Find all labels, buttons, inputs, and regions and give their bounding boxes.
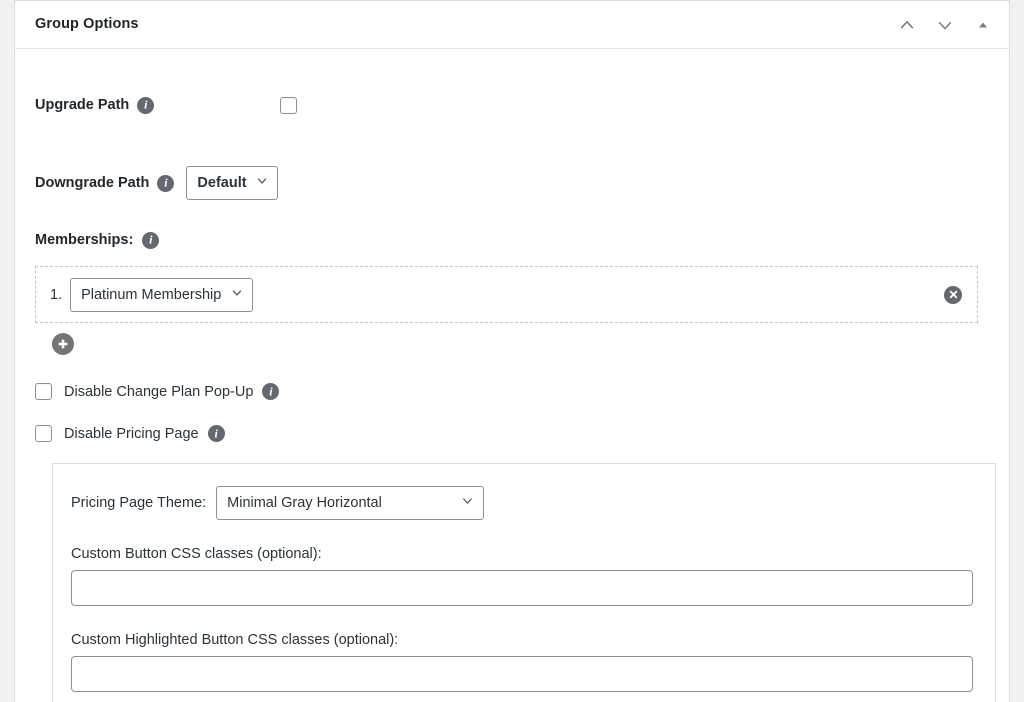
downgrade-path-label: Downgrade Path (35, 175, 149, 191)
custom-button-css-group: Custom Button CSS classes (optional): (71, 546, 977, 606)
upgrade-path-info-icon[interactable]: i (137, 97, 154, 114)
pricing-page-theme-select-wrap: Minimal Gray Horizontal (216, 486, 484, 520)
custom-highlighted-button-css-label: Custom Highlighted Button CSS classes (o… (71, 632, 977, 648)
triangle-up-icon (976, 18, 990, 32)
panel-body: Upgrade Path i Downgrade Path i Default (15, 93, 1009, 702)
disable-change-plan-popup-info-icon[interactable]: i (262, 383, 279, 400)
memberships-label-row: Memberships: i (35, 230, 989, 250)
add-membership-row (35, 333, 989, 355)
page-background: Group Options (0, 0, 1024, 702)
upgrade-path-row: Upgrade Path i (35, 93, 989, 117)
disable-change-plan-popup-label: Disable Change Plan Pop-Up (64, 384, 253, 400)
chevron-down-icon (936, 16, 954, 34)
upgrade-path-checkbox[interactable] (280, 97, 297, 114)
custom-button-css-input[interactable] (71, 570, 973, 606)
membership-select[interactable]: Platinum Membership (70, 278, 253, 312)
disable-change-plan-popup-row: Disable Change Plan Pop-Up i (35, 383, 989, 400)
pricing-page-theme-label: Pricing Page Theme: (71, 495, 206, 511)
pricing-page-settings-panel: Pricing Page Theme: Minimal Gray Horizon… (52, 463, 996, 702)
remove-circle-icon[interactable] (944, 286, 962, 304)
disable-pricing-page-row: Disable Pricing Page i (35, 425, 989, 442)
custom-highlighted-button-css-input[interactable] (71, 656, 973, 692)
add-circle-icon[interactable] (52, 333, 74, 355)
move-down-button[interactable] (927, 5, 963, 45)
disable-change-plan-popup-checkbox[interactable] (35, 383, 52, 400)
memberships-list: 1. Platinum Membership (35, 266, 989, 323)
custom-button-css-label: Custom Button CSS classes (optional): (71, 546, 977, 562)
upgrade-path-label: Upgrade Path (35, 97, 129, 113)
page-title: Group Options (35, 17, 889, 32)
custom-highlighted-button-css-group: Custom Highlighted Button CSS classes (o… (71, 632, 977, 692)
group-options-panel: Group Options (14, 0, 1010, 702)
panel-header-actions (889, 5, 1001, 45)
membership-select-wrap: Platinum Membership (70, 278, 253, 312)
memberships-info-icon[interactable]: i (142, 232, 159, 249)
chevron-up-icon (898, 16, 916, 34)
disable-pricing-page-info-icon[interactable]: i (208, 425, 225, 442)
disable-pricing-page-label: Disable Pricing Page (64, 426, 199, 442)
disable-pricing-page-checkbox[interactable] (35, 425, 52, 442)
downgrade-path-select-wrap: Default (186, 166, 278, 200)
downgrade-path-info-icon[interactable]: i (157, 175, 174, 192)
panel-header: Group Options (15, 1, 1009, 49)
move-up-button[interactable] (889, 5, 925, 45)
pricing-page-theme-row: Pricing Page Theme: Minimal Gray Horizon… (71, 486, 977, 520)
toggle-panel-button[interactable] (965, 5, 1001, 45)
downgrade-path-row: Downgrade Path i Default (35, 166, 989, 200)
membership-index: 1. (50, 287, 62, 303)
memberships-label: Memberships: (35, 232, 133, 248)
pricing-page-theme-select[interactable]: Minimal Gray Horizontal (216, 486, 484, 520)
list-item: 1. Platinum Membership (35, 266, 978, 323)
downgrade-path-select[interactable]: Default (186, 166, 278, 200)
